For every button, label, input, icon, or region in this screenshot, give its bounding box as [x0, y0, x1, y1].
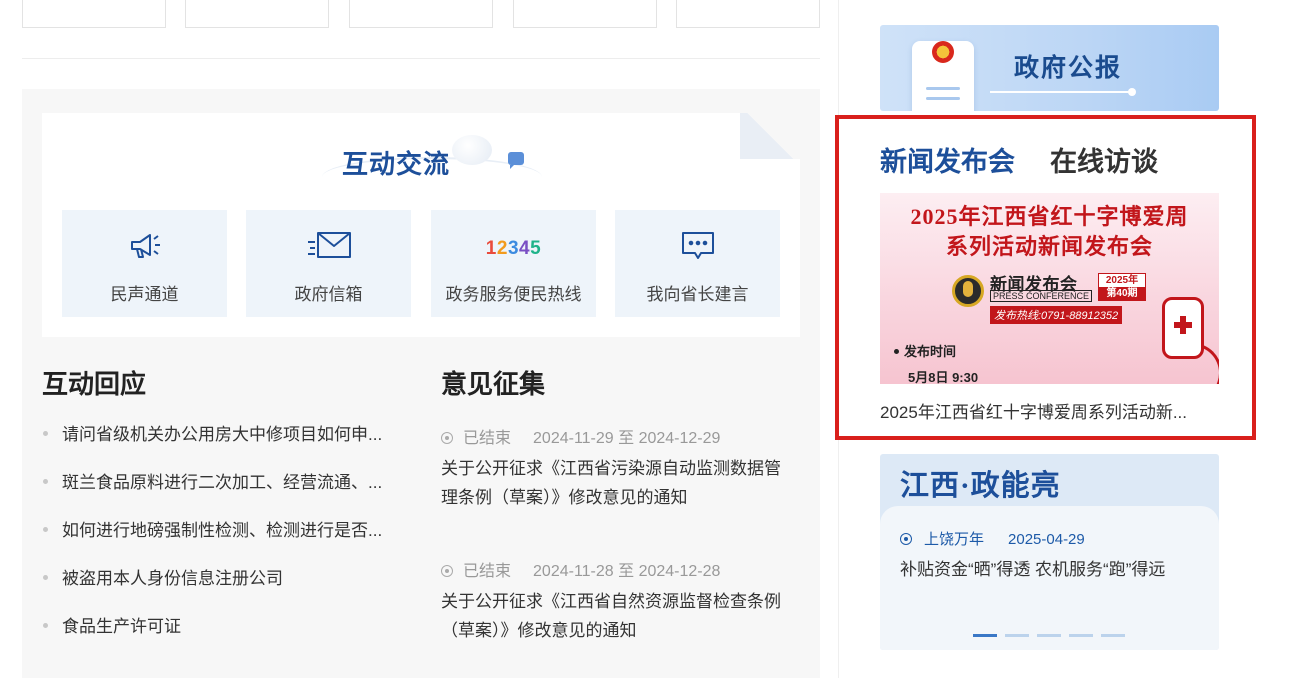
responses-title: 互动回应 [42, 369, 147, 399]
message-dots-icon [680, 230, 716, 267]
news-caption-link[interactable]: 2025年江西省红十字博爱周系列活动新... [880, 398, 1219, 423]
top-tab[interactable] [513, 0, 657, 28]
pager-dot[interactable] [1069, 634, 1093, 637]
list-item[interactable]: 斑兰食品原料进行二次加工、经营流通、... [42, 468, 412, 516]
status-dot-icon [441, 432, 453, 444]
digit-4: 4 [519, 238, 531, 259]
top-tab[interactable] [349, 0, 493, 28]
opinion-item[interactable]: 已结束 2024-11-29 至 2024-12-29 关于公开征求《江西省污染源… [441, 424, 791, 512]
opinion-date-range: 2024-11-28 至 2024-12-28 [533, 563, 721, 580]
mail-icon [306, 230, 352, 265]
carousel-pager [973, 624, 1133, 642]
issue-badge: 2025年 第40期 [1098, 273, 1146, 301]
top-tab[interactable] [676, 0, 820, 28]
banner-title-line2: 系列活动新闻发布会 [945, 234, 1153, 259]
digit-2: 2 [496, 238, 508, 259]
top-tab-row [22, 0, 822, 28]
tab-press-conference[interactable]: 新闻发布会 [880, 140, 1015, 179]
opinions-title: 意见征集 [441, 369, 546, 399]
list-item[interactable]: 食品生产许可证 [42, 612, 412, 660]
megaphone-icon [128, 230, 162, 267]
publish-time-label: 发布时间 [894, 341, 956, 360]
press-conference-en-label: PRESS CONFERENCE [990, 290, 1093, 302]
interaction-title: 互动交流 [342, 150, 451, 179]
jx-date: 2025-04-29 [1008, 531, 1085, 548]
opinion-meta: 已结束 2024-11-28 至 2024-12-28 [441, 557, 791, 587]
pager-dot[interactable] [1101, 634, 1125, 637]
divider [22, 58, 820, 59]
service-label: 民声通道 [110, 285, 179, 304]
list-item[interactable]: 如何进行地磅强制性检测、检测进行是否... [42, 516, 412, 564]
national-emblem-icon [932, 41, 954, 63]
microphone-icon [963, 281, 973, 297]
press-conference-banner[interactable]: 2025年江西省红十字博爱周 系列活动新闻发布会 新闻发布会 PRESS CON… [880, 193, 1219, 384]
service-hotline-12345[interactable]: 12345 政务服务便民热线 [431, 210, 596, 317]
status-dot-icon [441, 565, 453, 577]
page-fold-decoration [740, 113, 800, 159]
banner-title-line1: 2025年江西省红十字博爱周 [910, 204, 1189, 229]
top-tab[interactable] [185, 0, 329, 28]
publish-time-value: 5月8日 9:30 [908, 370, 979, 384]
digit-5: 5 [530, 238, 542, 259]
service-label: 我向省长建言 [646, 285, 749, 304]
pager-dot[interactable] [1005, 634, 1029, 637]
issue-year: 2025年 [1105, 275, 1139, 286]
digit-3: 3 [507, 238, 520, 259]
gazette-title[interactable]: 政府公报 [1014, 48, 1122, 84]
top-tab[interactable] [22, 0, 166, 28]
source-dot-icon [900, 533, 912, 545]
chat-bubble-icon [508, 152, 524, 169]
opinion-link[interactable]: 关于公开征求《江西省污染源自动监测数据管理条例（草案）》修改意见的通知 [441, 454, 791, 512]
opinion-status: 已结束 [463, 430, 512, 447]
digit-1: 1 [485, 238, 497, 259]
service-minsheng-channel[interactable]: 民声通道 [62, 210, 227, 317]
service-government-mailbox[interactable]: 政府信箱 [246, 210, 411, 317]
list-item[interactable]: 请问省级机关办公用房大中修项目如何申... [42, 420, 412, 468]
bubble-decoration [452, 135, 492, 165]
decorative-line [990, 91, 1130, 93]
pager-dot[interactable] [973, 634, 997, 637]
issue-number: 第40期 [1099, 287, 1145, 300]
opinion-item[interactable]: 已结束 2024-11-28 至 2024-12-28 关于公开征求《江西省自然资… [441, 557, 791, 645]
service-label: 政务服务便民热线 [445, 285, 582, 304]
responses-list: 请问省级机关办公用房大中修项目如何申... 斑兰食品原料进行二次加工、经营流通、… [42, 420, 412, 660]
hotline-12345-icon: 12345 [486, 238, 541, 260]
opinion-date-range: 2024-11-29 至 2024-12-29 [533, 430, 721, 447]
opinion-link[interactable]: 关于公开征求《江西省自然资源监督检查条例（草案）》修改意见的通知 [441, 587, 791, 645]
service-suggest-governor[interactable]: 我向省长建言 [615, 210, 780, 317]
jx-meta: 上饶万年 2025-04-29 [900, 528, 1085, 549]
jx-title[interactable]: 江西·政能亮 [900, 462, 1061, 504]
hotline-label: 发布热线:0791-88912352 [990, 306, 1123, 324]
pager-dot[interactable] [1037, 634, 1061, 637]
tab-online-interview[interactable]: 在线访谈 [1050, 140, 1158, 179]
jx-article-link[interactable]: 补贴资金“晒”得透 农机服务“跑”得远 [900, 557, 1200, 583]
opinion-meta: 已结束 2024-11-29 至 2024-12-29 [441, 424, 791, 454]
jx-source: 上饶万年 [924, 531, 985, 548]
list-item[interactable]: 被盗用本人身份信息注册公司 [42, 564, 412, 612]
decorative-dot [1128, 88, 1136, 96]
opinion-status: 已结束 [463, 563, 512, 580]
blood-bag-icon [1162, 297, 1204, 359]
service-label: 政府信箱 [294, 285, 363, 304]
